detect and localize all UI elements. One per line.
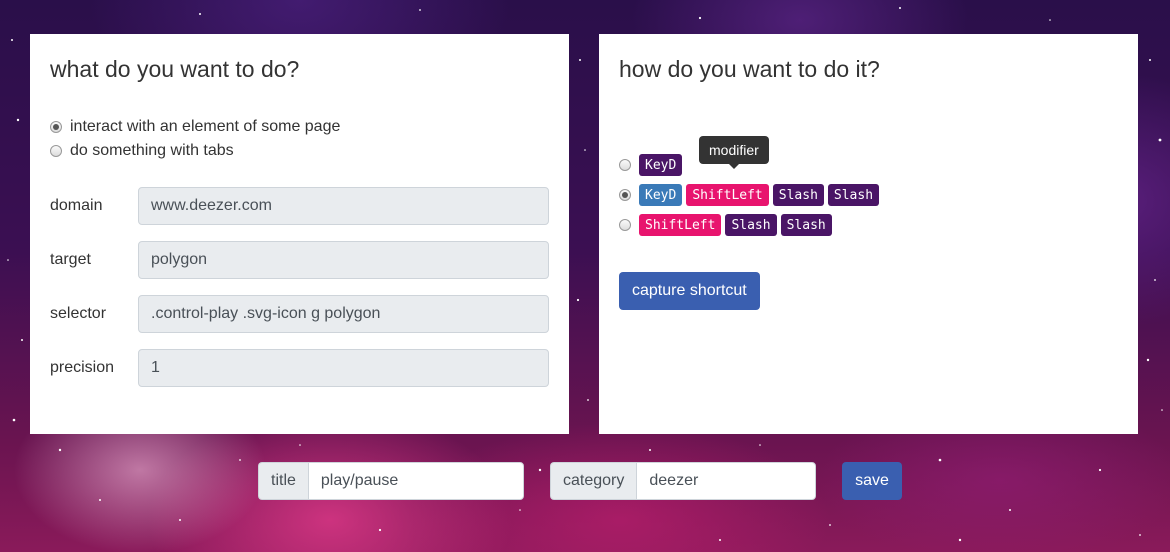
title-addon-label: title <box>258 462 308 500</box>
shortcut-option-3-radio[interactable] <box>619 219 631 231</box>
shortcut-option-1[interactable]: KeyD <box>619 150 1118 180</box>
precision-label: precision <box>50 359 115 376</box>
shortcut-option-2[interactable]: KeyD ShiftLeft Slash Slash <box>619 180 1118 210</box>
category-input[interactable]: deezer <box>636 462 816 500</box>
shortcut-options: modifier KeyD KeyD ShiftLeft Slash Slash… <box>619 136 1118 240</box>
category-input-group: category deezer <box>550 462 816 500</box>
element-fields: domain www.deezer.com target polygon sel… <box>50 187 549 387</box>
target-field[interactable]: polygon <box>138 241 549 279</box>
precision-row: precision 1 <box>50 349 549 387</box>
save-button[interactable]: save <box>842 462 902 500</box>
mode-tabs-radio[interactable] <box>50 145 62 157</box>
domain-label: domain <box>50 197 103 214</box>
shortcut-option-3[interactable]: ShiftLeft Slash Slash <box>619 210 1118 240</box>
modifier-badge: ShiftLeft <box>639 214 722 236</box>
key-badge: Slash <box>780 214 832 236</box>
target-label: target <box>50 251 91 268</box>
category-addon-label: category <box>550 462 637 500</box>
key-badge: KeyD <box>639 184 683 206</box>
action-panel: what do you want to do? interact with an… <box>30 34 569 434</box>
selector-field[interactable]: .control-play .svg-icon g polygon <box>138 295 549 333</box>
key-badge: Slash <box>725 214 777 236</box>
domain-field[interactable]: www.deezer.com <box>138 187 549 225</box>
key-badge: KeyD <box>639 154 683 176</box>
mode-radio-group: interact with an element of some page do… <box>50 115 549 163</box>
domain-row: domain www.deezer.com <box>50 187 549 225</box>
key-badge: Slash <box>772 184 824 206</box>
shortcut-option-2-radio[interactable] <box>619 189 631 201</box>
selector-row: selector .control-play .svg-icon g polyg… <box>50 295 549 333</box>
title-input-group: title play/pause <box>258 462 524 500</box>
selector-label: selector <box>50 305 107 322</box>
shortcut-option-1-radio[interactable] <box>619 159 631 171</box>
target-row: target polygon <box>50 241 549 279</box>
shortcut-panel: how do you want to do it? modifier KeyD … <box>599 34 1138 434</box>
mode-element-label: interact with an element of some page <box>70 118 341 135</box>
shortcut-panel-heading: how do you want to do it? <box>619 56 880 82</box>
capture-shortcut-button[interactable]: capture shortcut <box>619 272 760 310</box>
mode-tabs-label: do something with tabs <box>70 142 234 159</box>
precision-field[interactable]: 1 <box>138 349 549 387</box>
title-input[interactable]: play/pause <box>307 462 524 500</box>
mode-element-radio[interactable] <box>50 121 62 133</box>
action-panel-heading: what do you want to do? <box>50 56 300 82</box>
mode-option-element[interactable]: interact with an element of some page <box>50 115 549 139</box>
modifier-tooltip: modifier <box>699 136 769 169</box>
mode-option-tabs[interactable]: do something with tabs <box>50 139 549 163</box>
save-bar: title play/pause category deezer save <box>0 462 1170 500</box>
modifier-badge: ShiftLeft <box>686 184 769 206</box>
key-badge: Slash <box>827 184 880 206</box>
